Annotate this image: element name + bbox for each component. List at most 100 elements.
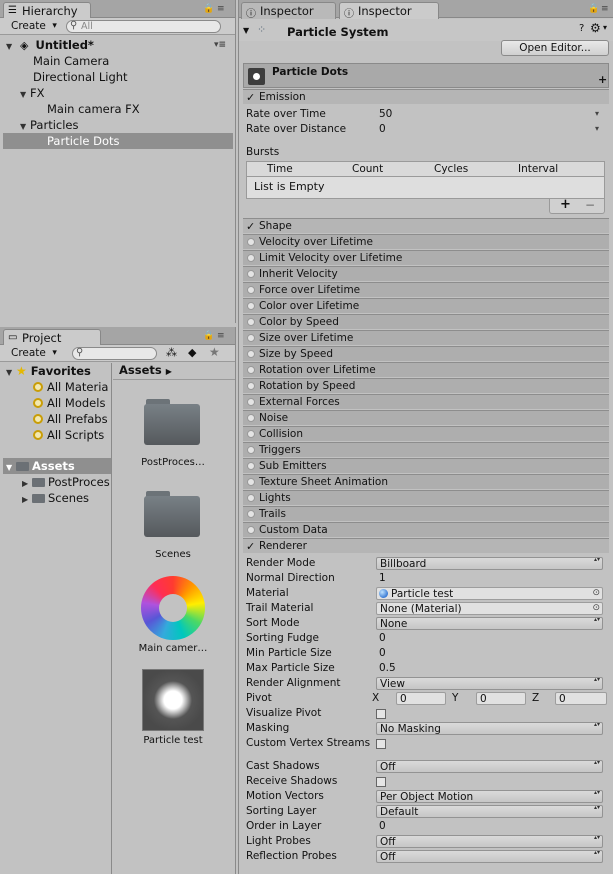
tab-inspector-2[interactable]: ⓘ Inspector [339, 2, 439, 20]
module-row[interactable]: Color by Speed [243, 314, 609, 329]
module-row[interactable]: Triggers [243, 442, 609, 457]
hierarchy-search-input[interactable]: ⚲ All [66, 20, 221, 33]
module-toggle-icon[interactable] [247, 254, 255, 262]
module-row[interactable]: ✓ Shape [243, 218, 609, 233]
asset-label[interactable]: Scenes [113, 549, 233, 560]
folder-icon[interactable] [144, 491, 200, 537]
module-toggle-icon[interactable] [247, 302, 255, 310]
lock-icon[interactable]: 🔒 [203, 4, 214, 14]
asset-folder-row[interactable]: ▶ Scenes [22, 490, 89, 506]
module-row[interactable]: Custom Data [243, 522, 609, 537]
hierarchy-item[interactable]: Main camera FX [47, 101, 140, 117]
favorites-row[interactable]: ▼ ★ Favorites [6, 363, 91, 379]
normal-direction-field[interactable]: 1 [376, 572, 603, 585]
hierarchy-item-particles[interactable]: ▼ Particles [20, 117, 78, 133]
module-toggle-icon[interactable] [247, 526, 255, 534]
module-toggle-icon[interactable] [247, 270, 255, 278]
hierarchy-item[interactable]: Directional Light [33, 69, 128, 85]
module-toggle-icon[interactable] [247, 478, 255, 486]
favorite-item[interactable]: All Materia [33, 379, 108, 395]
asset-label[interactable]: Main camer… [113, 643, 233, 654]
material-field[interactable]: Particle test [376, 587, 603, 600]
module-row[interactable]: Size by Speed [243, 346, 609, 361]
cast-shadows-dropdown[interactable]: Off [376, 760, 603, 773]
create-dropdown[interactable]: Create [6, 347, 60, 361]
module-toggle-icon[interactable] [247, 286, 255, 294]
add-icon[interactable]: + [598, 73, 607, 86]
scene-menu-icon[interactable]: ▾≡ [214, 37, 226, 53]
asset-folder-row[interactable]: ▶ PostProces [22, 474, 110, 490]
breadcrumb-assets[interactable]: Assets [119, 363, 162, 377]
folder-icon[interactable] [144, 399, 200, 445]
add-burst-button[interactable]: + [560, 197, 571, 212]
module-row[interactable]: Inherit Velocity [243, 266, 609, 281]
system-header[interactable]: Particle Dots + [243, 63, 609, 88]
rate-over-time-field[interactable]: 50 [376, 108, 603, 121]
tab-inspector-1[interactable]: ⓘ Inspector [241, 2, 336, 20]
checkmark-icon[interactable]: ✓ [246, 540, 255, 554]
module-row[interactable]: Rotation by Speed [243, 378, 609, 393]
module-toggle-icon[interactable] [247, 398, 255, 406]
star-icon[interactable]: ★ [209, 345, 220, 359]
module-row[interactable]: Size over Lifetime [243, 330, 609, 345]
module-toggle-icon[interactable] [247, 334, 255, 342]
panel-menu-icon[interactable]: ≡ [601, 4, 609, 14]
sorting-fudge-field[interactable]: 0 [376, 632, 603, 645]
assets-root-row[interactable]: ▼ Assets [3, 458, 111, 474]
module-row[interactable]: Velocity over Lifetime [243, 234, 609, 249]
rate-over-distance-field[interactable]: 0 [376, 123, 603, 136]
module-row[interactable]: Collision [243, 426, 609, 441]
tab-project[interactable]: ▭ Project [3, 329, 101, 346]
panel-menu-icon[interactable]: ≡ [217, 331, 225, 341]
asset-label[interactable]: PostProces… [113, 457, 233, 468]
module-toggle-icon[interactable] [247, 366, 255, 374]
tag-icon[interactable]: ◆ [188, 346, 196, 359]
module-toggle-icon[interactable] [247, 494, 255, 502]
foldout-icon[interactable]: ▼ [243, 26, 249, 35]
project-search-input[interactable]: ⚲ [72, 347, 157, 360]
remove-burst-button[interactable]: − [585, 198, 595, 212]
reflection-probes-dropdown[interactable]: Off [376, 850, 603, 863]
open-editor-button[interactable]: Open Editor... [501, 40, 609, 56]
favorite-item[interactable]: All Models [33, 395, 105, 411]
light-probes-dropdown[interactable]: Off [376, 835, 603, 848]
lock-icon[interactable]: 🔒 [203, 331, 214, 341]
sorting-layer-dropdown[interactable]: Default [376, 805, 603, 818]
expand-icon[interactable]: ▼ [6, 365, 16, 381]
module-row[interactable]: Texture Sheet Animation [243, 474, 609, 489]
module-toggle-icon[interactable] [247, 462, 255, 470]
motion-vectors-dropdown[interactable]: Per Object Motion [376, 790, 603, 803]
module-row[interactable]: Sub Emitters [243, 458, 609, 473]
min-particle-size-field[interactable]: 0 [376, 647, 603, 660]
render-alignment-dropdown[interactable]: View [376, 677, 603, 690]
pivot-z-field[interactable]: 0 [555, 692, 607, 705]
gear-icon[interactable]: ⚙ [590, 21, 601, 35]
masking-dropdown[interactable]: No Masking [376, 722, 603, 735]
sort-mode-dropdown[interactable]: None [376, 617, 603, 630]
module-toggle-icon[interactable] [247, 446, 255, 454]
scene-row[interactable]: ▼ ◈ Untitled* ▾≡ [0, 37, 234, 53]
pivot-x-field[interactable]: 0 [396, 692, 446, 705]
expand-icon[interactable]: ▼ [6, 39, 16, 55]
expand-icon[interactable]: ▼ [6, 460, 16, 476]
tab-hierarchy[interactable]: ☰ Hierarchy [3, 2, 91, 19]
visualize-pivot-checkbox[interactable] [376, 709, 386, 719]
chevron-down-icon[interactable]: ▾ [603, 23, 607, 32]
module-toggle-icon[interactable] [247, 510, 255, 518]
custom-vertex-streams-checkbox[interactable] [376, 739, 386, 749]
checkmark-icon[interactable]: ✓ [246, 91, 255, 105]
expand-icon[interactable]: ▼ [20, 87, 30, 103]
module-row[interactable]: Limit Velocity over Lifetime [243, 250, 609, 265]
max-particle-size-field[interactable]: 0.5 [376, 662, 603, 675]
panel-menu-icon[interactable]: ≡ [217, 4, 225, 14]
module-toggle-icon[interactable] [247, 350, 255, 358]
module-row[interactable]: Force over Lifetime [243, 282, 609, 297]
module-row[interactable]: Lights [243, 490, 609, 505]
module-toggle-icon[interactable] [247, 430, 255, 438]
module-row[interactable]: Rotation over Lifetime [243, 362, 609, 377]
expand-icon[interactable]: ▶ [22, 492, 32, 508]
module-row[interactable]: External Forces [243, 394, 609, 409]
hierarchy-item-selected[interactable]: Particle Dots [3, 133, 233, 149]
module-toggle-icon[interactable] [247, 382, 255, 390]
create-dropdown[interactable]: Create [6, 20, 60, 34]
